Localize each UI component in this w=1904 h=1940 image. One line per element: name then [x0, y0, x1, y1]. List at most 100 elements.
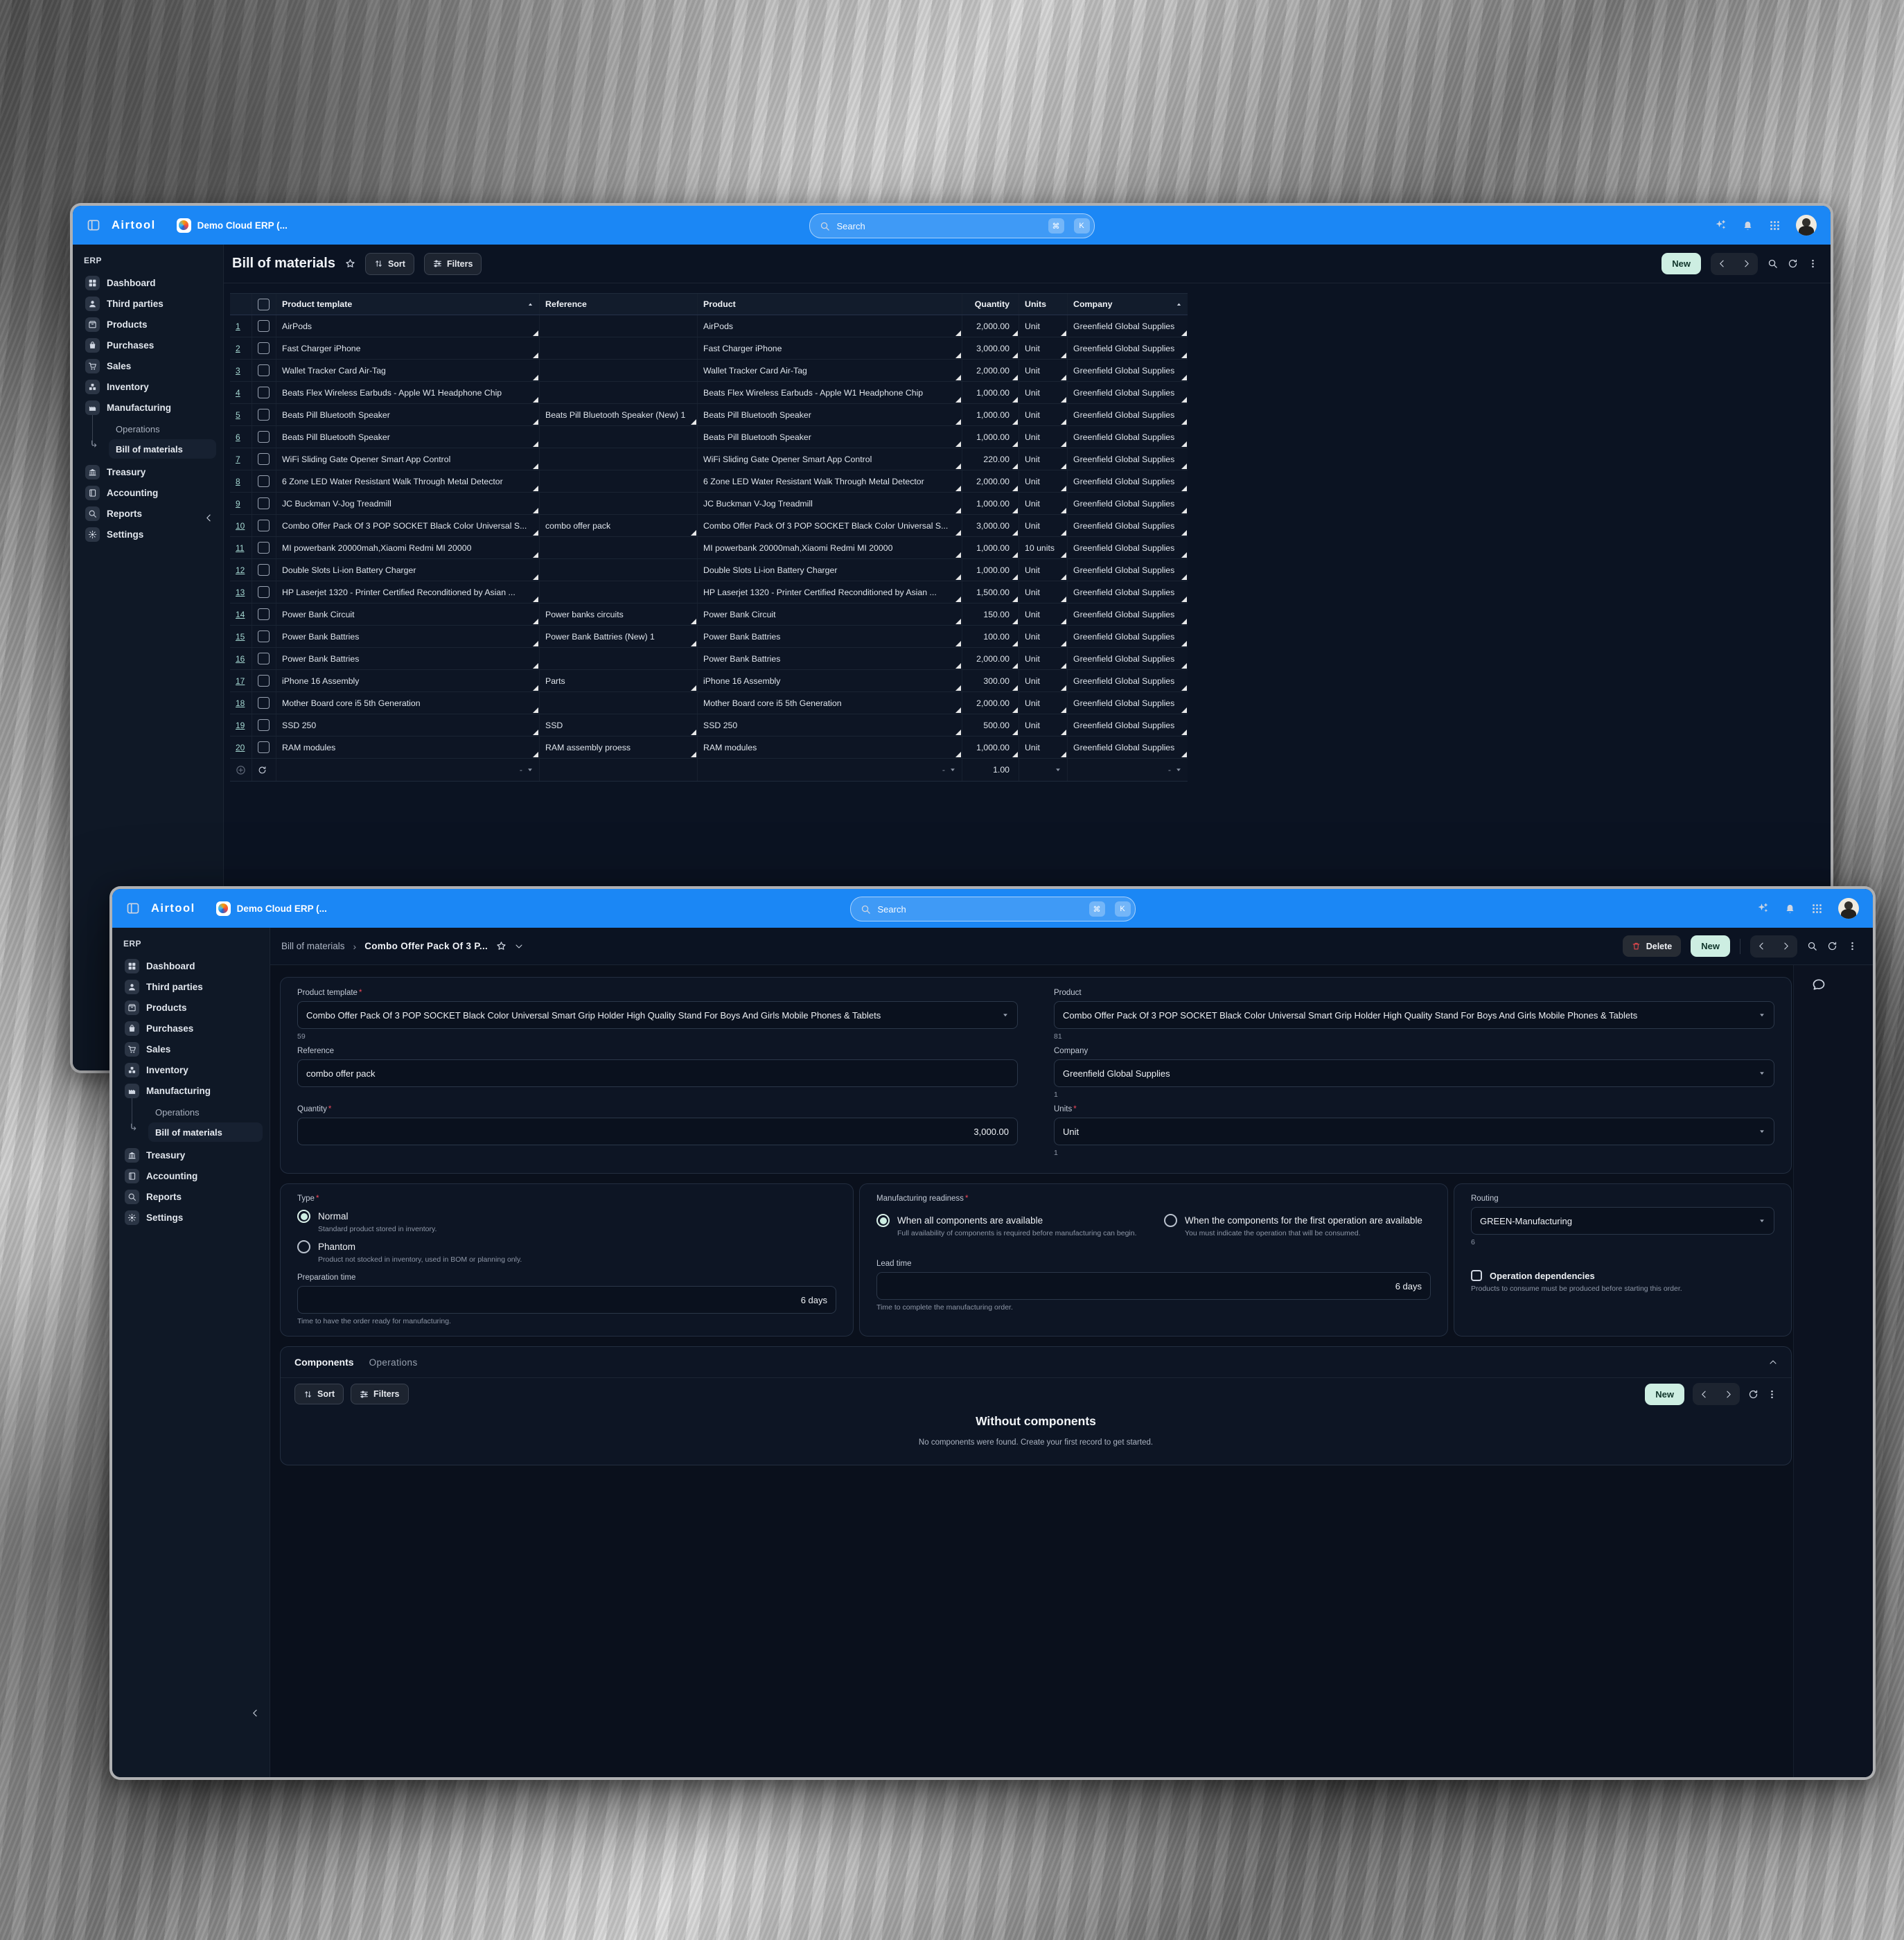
- cell-product-template[interactable]: Wallet Tracker Card Air-Tag: [276, 360, 540, 381]
- cell-company[interactable]: Greenfield Global Supplies: [1068, 315, 1188, 337]
- quantity-input[interactable]: 3,000.00: [297, 1118, 1018, 1145]
- cell-units[interactable]: Unit: [1019, 448, 1068, 470]
- cell-quantity[interactable]: 1,000.00: [962, 404, 1019, 425]
- sidebar-item-manufacturing[interactable]: Manufacturing: [121, 1080, 263, 1101]
- apps-grid-icon[interactable]: [1769, 220, 1781, 231]
- row-checkbox[interactable]: [258, 342, 270, 354]
- sidebar-item-accounting[interactable]: Accounting: [81, 482, 216, 503]
- cell-quantity[interactable]: 100.00: [962, 626, 1019, 647]
- sidebar-item-inventory[interactable]: Inventory: [121, 1059, 263, 1080]
- cell-product[interactable]: Power Bank Battries: [698, 626, 962, 647]
- cell-quantity[interactable]: 2,000.00: [962, 360, 1019, 381]
- type-option-normal[interactable]: Normal: [297, 1210, 836, 1223]
- row-checkbox[interactable]: [258, 608, 270, 620]
- cell-reference[interactable]: Beats Pill Bluetooth Speaker (New) 1: [540, 404, 698, 425]
- product-select[interactable]: Combo Offer Pack Of 3 POP SOCKET Black C…: [1054, 1001, 1774, 1029]
- cell-quantity[interactable]: 1,000.00: [962, 382, 1019, 403]
- cell-reference[interactable]: SSD: [540, 714, 698, 736]
- cell-units[interactable]: Unit: [1019, 515, 1068, 536]
- cell-product[interactable]: iPhone 16 Assembly: [698, 670, 962, 691]
- row-number-link[interactable]: 4: [236, 388, 240, 398]
- global-search-input[interactable]: Search ⌘ K: [849, 897, 1136, 922]
- footer-product-agg[interactable]: -: [698, 759, 962, 781]
- cell-company[interactable]: Greenfield Global Supplies: [1068, 426, 1188, 448]
- sidebar-item-operations[interactable]: Operations: [148, 1102, 263, 1122]
- cell-units[interactable]: Unit: [1019, 470, 1068, 492]
- sidebar-item-settings[interactable]: Settings: [81, 524, 216, 545]
- new-button[interactable]: New: [1691, 935, 1730, 957]
- sidebar-item-sales[interactable]: Sales: [81, 355, 216, 376]
- row-number-link[interactable]: 2: [236, 344, 240, 353]
- cell-product[interactable]: SSD 250: [698, 714, 962, 736]
- cell-product-template[interactable]: Combo Offer Pack Of 3 POP SOCKET Black C…: [276, 515, 540, 536]
- sort-button[interactable]: Sort: [364, 252, 414, 275]
- row-number-link[interactable]: 20: [236, 743, 245, 752]
- cell-product-template[interactable]: Mother Board core i5 5th Generation: [276, 692, 540, 714]
- row-checkbox[interactable]: [258, 520, 270, 531]
- sidebar-item-settings[interactable]: Settings: [121, 1207, 263, 1228]
- units-select[interactable]: Unit: [1054, 1118, 1774, 1145]
- row-checkbox[interactable]: [258, 542, 270, 554]
- cell-product-template[interactable]: Beats Flex Wireless Earbuds - Apple W1 H…: [276, 382, 540, 403]
- row-number-link[interactable]: 8: [236, 477, 240, 486]
- cell-product[interactable]: 6 Zone LED Water Resistant Walk Through …: [698, 470, 962, 492]
- refresh-icon[interactable]: [1748, 1389, 1758, 1400]
- radio-first-operation[interactable]: [1164, 1214, 1177, 1227]
- row-checkbox[interactable]: [258, 453, 270, 465]
- cell-product-template[interactable]: Power Bank Battries: [276, 626, 540, 647]
- ai-sparkles-icon[interactable]: [1756, 902, 1769, 915]
- cell-quantity[interactable]: 1,000.00: [962, 559, 1019, 581]
- cell-product-template[interactable]: SSD 250: [276, 714, 540, 736]
- next-page-icon[interactable]: [1724, 1390, 1733, 1399]
- delete-button[interactable]: Delete: [1622, 935, 1682, 957]
- row-number-link[interactable]: 1: [236, 321, 240, 331]
- cell-units[interactable]: Unit: [1019, 737, 1068, 758]
- cell-product-template[interactable]: JC Buckman V-Jog Treadmill: [276, 493, 540, 514]
- cell-product-template[interactable]: Beats Pill Bluetooth Speaker: [276, 426, 540, 448]
- cell-units[interactable]: Unit: [1019, 603, 1068, 625]
- cell-units[interactable]: Unit: [1019, 670, 1068, 691]
- sidebar-collapse-icon[interactable]: [204, 513, 213, 522]
- row-number-link[interactable]: 17: [236, 676, 245, 686]
- filters-button[interactable]: Filters: [423, 252, 482, 275]
- cell-product-template[interactable]: Power Bank Circuit: [276, 603, 540, 625]
- pager-control[interactable]: [1750, 935, 1797, 958]
- company-select[interactable]: Greenfield Global Supplies: [1054, 1059, 1774, 1087]
- sidebar-item-bill-of-materials[interactable]: Bill of materials: [109, 439, 216, 459]
- next-page-icon[interactable]: [1742, 259, 1751, 268]
- cell-product[interactable]: JC Buckman V-Jog Treadmill: [698, 493, 962, 514]
- cell-company[interactable]: Greenfield Global Supplies: [1068, 670, 1188, 691]
- cell-quantity[interactable]: 3,000.00: [962, 337, 1019, 359]
- sidebar-item-operations[interactable]: Operations: [109, 419, 216, 439]
- new-button[interactable]: New: [1661, 253, 1701, 274]
- cell-company[interactable]: Greenfield Global Supplies: [1068, 360, 1188, 381]
- readiness-option-all-components[interactable]: When all components are available: [876, 1214, 1143, 1227]
- add-record-icon[interactable]: [236, 765, 246, 775]
- row-checkbox[interactable]: [258, 475, 270, 487]
- cell-units[interactable]: Unit: [1019, 692, 1068, 714]
- cell-quantity[interactable]: 2,000.00: [962, 692, 1019, 714]
- sidebar-item-third-parties[interactable]: Third parties: [81, 293, 216, 314]
- radio-normal[interactable]: [297, 1210, 310, 1223]
- ai-sparkles-icon[interactable]: [1714, 219, 1727, 231]
- record-search-icon[interactable]: [1807, 941, 1817, 951]
- cell-quantity[interactable]: 2,000.00: [962, 315, 1019, 337]
- cell-reference[interactable]: Power banks circuits: [540, 603, 698, 625]
- cell-product-template[interactable]: AirPods: [276, 315, 540, 337]
- cell-reference[interactable]: [540, 315, 698, 337]
- row-number-link[interactable]: 6: [236, 432, 240, 442]
- pager-control[interactable]: [1711, 252, 1758, 275]
- sidebar-item-manufacturing[interactable]: Manufacturing: [81, 397, 216, 418]
- cell-product-template[interactable]: Beats Pill Bluetooth Speaker: [276, 404, 540, 425]
- favorite-star-icon[interactable]: [496, 941, 506, 951]
- cell-reference[interactable]: Power Bank Battries (New) 1: [540, 626, 698, 647]
- chat-bubble-icon[interactable]: [1812, 978, 1826, 991]
- cell-units[interactable]: Unit: [1019, 581, 1068, 603]
- cell-quantity[interactable]: 2,000.00: [962, 470, 1019, 492]
- cell-company[interactable]: Greenfield Global Supplies: [1068, 559, 1188, 581]
- cell-company[interactable]: Greenfield Global Supplies: [1068, 626, 1188, 647]
- select-all-checkbox[interactable]: [258, 298, 270, 310]
- footer-company-agg[interactable]: -: [1068, 759, 1188, 781]
- cell-company[interactable]: Greenfield Global Supplies: [1068, 448, 1188, 470]
- radio-all-components[interactable]: [876, 1214, 890, 1227]
